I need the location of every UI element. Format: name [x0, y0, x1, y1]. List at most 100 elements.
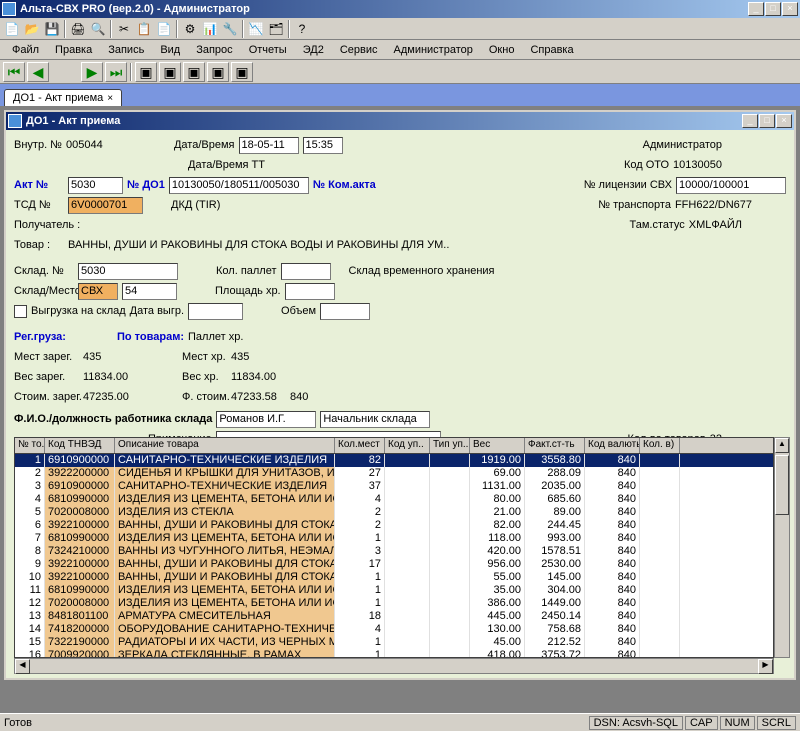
- nav-b3[interactable]: ▣: [183, 62, 205, 82]
- kom-akta-label: № Ком.акта: [313, 179, 376, 191]
- menu-record[interactable]: Запись: [100, 42, 152, 58]
- menu-reports[interactable]: Отчеты: [241, 42, 295, 58]
- nav-prev[interactable]: ◀: [27, 62, 49, 82]
- table-row[interactable]: 57020008000ИЗДЕЛИЯ ИЗ СТЕКЛА221.0089.008…: [15, 506, 773, 519]
- scroll-thumb[interactable]: [775, 455, 789, 515]
- fio1-input[interactable]: [216, 411, 316, 428]
- help-icon[interactable]: ?: [292, 19, 312, 39]
- vscrollbar[interactable]: ▲: [774, 437, 790, 658]
- th-desc[interactable]: Описание товара: [115, 438, 335, 453]
- cut-icon[interactable]: ✂: [114, 19, 134, 39]
- do1-input[interactable]: [169, 177, 309, 194]
- tabs: ДО1 - Акт приема ×: [0, 84, 800, 106]
- obem-input[interactable]: [320, 303, 370, 320]
- th-kolv[interactable]: Кол. в): [640, 438, 680, 453]
- print-icon[interactable]: 🖨: [68, 19, 88, 39]
- tab-do1[interactable]: ДО1 - Акт приема ×: [4, 89, 122, 106]
- nav-b2[interactable]: ▣: [159, 62, 181, 82]
- table-row[interactable]: 23922200000СИДЕНЬЯ И КРЫШКИ ДЛЯ УНИТАЗОВ…: [15, 467, 773, 480]
- tsd-input[interactable]: [68, 197, 143, 214]
- date-input[interactable]: [239, 137, 299, 154]
- menu-service[interactable]: Сервис: [332, 42, 386, 58]
- table-row[interactable]: 116810990000ИЗДЕЛИЯ ИЗ ЦЕМЕНТА, БЕТОНА И…: [15, 584, 773, 597]
- nav-b1[interactable]: ▣: [135, 62, 157, 82]
- menu-edit[interactable]: Правка: [47, 42, 100, 58]
- kol-pallet-input[interactable]: [281, 263, 331, 280]
- table-row[interactable]: 157322190000РАДИАТОРЫ И ИХ ЧАСТИ, ИЗ ЧЕР…: [15, 636, 773, 649]
- preview-icon[interactable]: 🔍: [88, 19, 108, 39]
- copy-icon[interactable]: 📋: [134, 19, 154, 39]
- th-no[interactable]: № то..: [15, 438, 45, 453]
- new-icon[interactable]: 📄: [2, 19, 22, 39]
- save-icon[interactable]: 💾: [42, 19, 62, 39]
- status-ready: Готов: [4, 717, 32, 729]
- table-body[interactable]: 16910900000САНИТАРНО-ТЕХНИЧЕСКИЕ ИЗДЕЛИЯ…: [15, 454, 773, 657]
- th-tnved[interactable]: Код ТНВЭД: [45, 438, 115, 453]
- nav-b4[interactable]: ▣: [207, 62, 229, 82]
- status-scrl: SCRL: [757, 716, 796, 730]
- vygruzka-checkbox[interactable]: [14, 305, 27, 318]
- time-input[interactable]: [303, 137, 343, 154]
- paste-icon[interactable]: 📄: [154, 19, 174, 39]
- th-kolmest[interactable]: Кол.мест: [335, 438, 385, 453]
- maximize-button[interactable]: □: [765, 2, 781, 16]
- th-tipup[interactable]: Тип уп..: [430, 438, 470, 453]
- table-cell: [640, 493, 680, 506]
- table-row[interactable]: 76810990000ИЗДЕЛИЯ ИЗ ЦЕМЕНТА, БЕТОНА ИЛ…: [15, 532, 773, 545]
- tool4-icon[interactable]: 📉: [246, 19, 266, 39]
- table-cell: 304.00: [525, 584, 585, 597]
- table-cell: 3558.80: [525, 454, 585, 467]
- th-kodup[interactable]: Код уп..: [385, 438, 430, 453]
- scroll-up-icon[interactable]: ▲: [775, 438, 789, 453]
- menu-view[interactable]: Вид: [152, 42, 188, 58]
- th-ves[interactable]: Вес: [470, 438, 525, 453]
- tool3-icon[interactable]: 🔧: [220, 19, 240, 39]
- table-row[interactable]: 167009920000ЗЕРКАЛА СТЕКЛЯННЫЕ, В РАМАХ1…: [15, 649, 773, 657]
- menu-query[interactable]: Запрос: [188, 42, 240, 58]
- th-val[interactable]: Код валюты: [585, 438, 640, 453]
- admin-label: Администратор: [643, 139, 722, 151]
- hscrollbar[interactable]: ◀ ▶: [14, 658, 774, 674]
- child-min[interactable]: _: [742, 114, 758, 128]
- th-fakt[interactable]: Факт.ст-ть: [525, 438, 585, 453]
- table-row[interactable]: 36910900000САНИТАРНО-ТЕХНИЧЕСКИЕ ИЗДЕЛИЯ…: [15, 480, 773, 493]
- sklad-no-input[interactable]: [78, 263, 178, 280]
- table-row[interactable]: 93922100000ВАННЫ, ДУШИ И РАКОВИНЫ ДЛЯ СТ…: [15, 558, 773, 571]
- menu-window[interactable]: Окно: [481, 42, 523, 58]
- nav-first[interactable]: ⏮: [3, 62, 25, 82]
- table-row[interactable]: 138481801100АРМАТУРА СМЕСИТЕЛЬНАЯ18445.0…: [15, 610, 773, 623]
- tool2-icon[interactable]: 📊: [200, 19, 220, 39]
- nav-last[interactable]: ⏭: [105, 62, 127, 82]
- menu-file[interactable]: Файл: [4, 42, 47, 58]
- tool5-icon[interactable]: 🗂: [266, 19, 286, 39]
- akt-no-input[interactable]: [68, 177, 123, 194]
- tab-close-icon[interactable]: ×: [107, 93, 113, 104]
- scroll-right-icon[interactable]: ▶: [758, 659, 773, 674]
- tool1-icon[interactable]: ⚙: [180, 19, 200, 39]
- scroll-left-icon[interactable]: ◀: [15, 659, 30, 674]
- table-row[interactable]: 46810990000ИЗДЕЛИЯ ИЗ ЦЕМЕНТА, БЕТОНА ИЛ…: [15, 493, 773, 506]
- table-row[interactable]: 63922100000ВАННЫ, ДУШИ И РАКОВИНЫ ДЛЯ СТ…: [15, 519, 773, 532]
- sklad-mesto1-input[interactable]: [78, 283, 118, 300]
- sklad-mesto2-input[interactable]: [122, 283, 177, 300]
- nav-next[interactable]: ▶: [81, 62, 103, 82]
- minimize-button[interactable]: _: [748, 2, 764, 16]
- child-max[interactable]: □: [759, 114, 775, 128]
- table-row[interactable]: 16910900000САНИТАРНО-ТЕХНИЧЕСКИЕ ИЗДЕЛИЯ…: [15, 454, 773, 467]
- nav-b5[interactable]: ▣: [231, 62, 253, 82]
- table-row[interactable]: 87324210000ВАННЫ ИЗ ЧУГУННОГО ЛИТЬЯ, НЕЭ…: [15, 545, 773, 558]
- child-close[interactable]: ×: [776, 114, 792, 128]
- table-cell: 10: [15, 571, 45, 584]
- fio2-input[interactable]: [320, 411, 430, 428]
- table-row[interactable]: 147418200000ОБОРУДОВАНИЕ САНИТАРНО-ТЕХНИ…: [15, 623, 773, 636]
- plosh-input[interactable]: [285, 283, 335, 300]
- table-row[interactable]: 103922100000ВАННЫ, ДУШИ И РАКОВИНЫ ДЛЯ С…: [15, 571, 773, 584]
- menu-help[interactable]: Справка: [522, 42, 581, 58]
- menu-admin[interactable]: Администратор: [386, 42, 481, 58]
- table-row[interactable]: 127020008000ИЗДЕЛИЯ ИЗ ЦЕМЕНТА, БЕТОНА И…: [15, 597, 773, 610]
- close-button[interactable]: ×: [782, 2, 798, 16]
- open-icon[interactable]: 📂: [22, 19, 42, 39]
- lic-input[interactable]: [676, 177, 786, 194]
- menu-ed2[interactable]: ЭД2: [295, 42, 332, 58]
- data-vygr-input[interactable]: [188, 303, 243, 320]
